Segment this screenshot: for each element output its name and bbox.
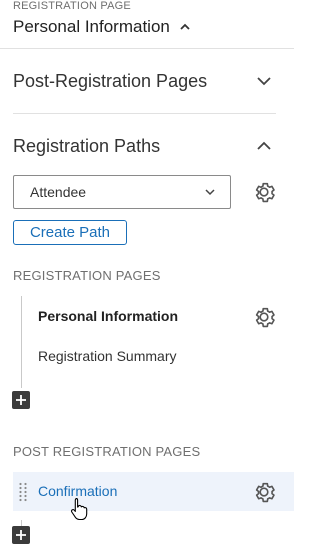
gear-icon[interactable] bbox=[251, 179, 277, 205]
create-path-button[interactable]: Create Path bbox=[13, 220, 127, 245]
plus-icon bbox=[16, 530, 26, 540]
section-heading-post-registration[interactable]: Post-Registration Pages bbox=[13, 71, 207, 92]
plus-icon bbox=[16, 395, 26, 405]
add-post-registration-page-button[interactable] bbox=[12, 526, 30, 544]
post-registration-pages-heading: POST REGISTRATION PAGES bbox=[13, 444, 201, 459]
add-registration-page-button[interactable] bbox=[12, 391, 30, 409]
section-heading-registration-paths[interactable]: Registration Paths bbox=[13, 136, 160, 157]
hand-cursor-icon bbox=[70, 497, 88, 521]
page-item-registration-summary[interactable]: Registration Summary bbox=[38, 348, 177, 364]
section-divider bbox=[13, 113, 276, 114]
registration-path-select[interactable]: Attendee bbox=[13, 175, 231, 209]
page-title: Personal Information bbox=[13, 17, 170, 36]
page-overline: REGISTRATION PAGE bbox=[13, 0, 131, 12]
gear-icon[interactable] bbox=[251, 479, 277, 505]
page-item-personal-information[interactable]: Personal Information bbox=[38, 308, 178, 324]
header-divider bbox=[0, 48, 294, 49]
chevron-up-icon bbox=[180, 23, 190, 30]
registration-pages-heading: REGISTRATION PAGES bbox=[13, 268, 161, 283]
chevron-up-icon[interactable] bbox=[252, 134, 276, 158]
chevron-down-icon[interactable] bbox=[252, 69, 276, 93]
page-title-dropdown[interactable]: Personal Information bbox=[13, 17, 192, 37]
tree-line bbox=[21, 296, 22, 388]
gear-icon[interactable] bbox=[251, 304, 277, 330]
drag-handle-icon[interactable] bbox=[18, 482, 28, 502]
registration-path-select-value: Attendee bbox=[30, 184, 87, 200]
chevron-down-icon bbox=[205, 189, 215, 196]
